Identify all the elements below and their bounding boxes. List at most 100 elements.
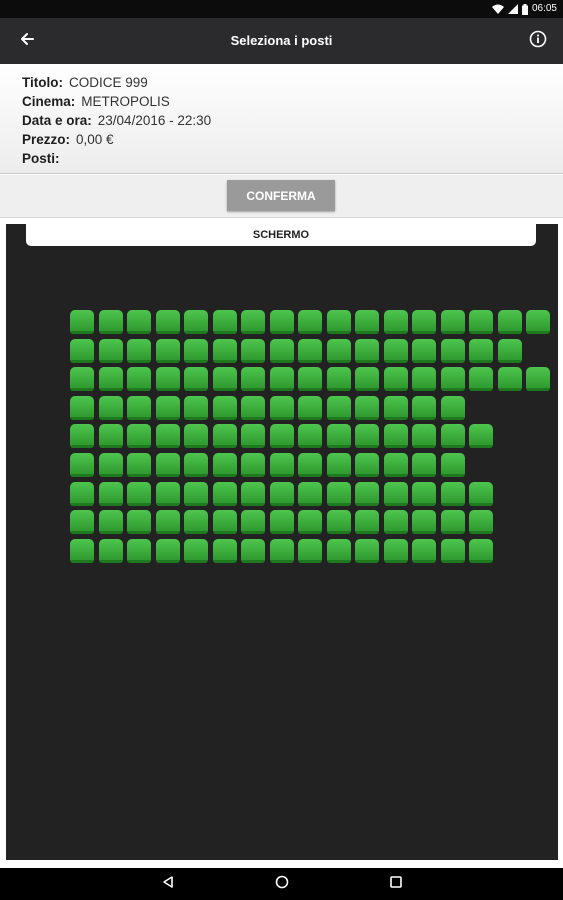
seat[interactable] xyxy=(355,538,379,563)
seat[interactable] xyxy=(298,338,322,363)
seat[interactable] xyxy=(212,510,237,535)
seat[interactable] xyxy=(70,453,94,477)
seat[interactable] xyxy=(326,395,351,420)
seat[interactable] xyxy=(155,367,180,392)
seat[interactable] xyxy=(241,338,265,363)
seat[interactable] xyxy=(98,310,123,334)
seat[interactable] xyxy=(440,481,465,506)
seat[interactable] xyxy=(526,310,550,334)
seat[interactable] xyxy=(298,310,322,334)
seat[interactable] xyxy=(383,367,408,392)
seat[interactable] xyxy=(70,481,94,506)
seat[interactable] xyxy=(469,481,493,506)
seat[interactable] xyxy=(241,367,265,392)
seat[interactable] xyxy=(383,538,408,563)
seat[interactable] xyxy=(412,338,436,363)
seat[interactable] xyxy=(355,453,379,477)
seat[interactable] xyxy=(440,424,465,449)
seat[interactable] xyxy=(412,538,436,563)
seat[interactable] xyxy=(184,310,208,334)
seat[interactable] xyxy=(469,338,493,363)
seat[interactable] xyxy=(497,310,522,334)
seat[interactable] xyxy=(440,453,465,477)
seat[interactable] xyxy=(70,538,94,563)
seat[interactable] xyxy=(98,367,123,392)
seat[interactable] xyxy=(98,453,123,477)
seat[interactable] xyxy=(212,538,237,563)
seat[interactable] xyxy=(241,538,265,563)
seat[interactable] xyxy=(184,538,208,563)
seat[interactable] xyxy=(269,395,294,420)
seat[interactable] xyxy=(469,424,493,449)
nav-home-button[interactable] xyxy=(272,874,292,894)
seat[interactable] xyxy=(383,310,408,334)
seat[interactable] xyxy=(155,510,180,535)
seat[interactable] xyxy=(269,338,294,363)
seat[interactable] xyxy=(383,481,408,506)
seat[interactable] xyxy=(241,510,265,535)
seat[interactable] xyxy=(412,367,436,392)
seat[interactable] xyxy=(184,395,208,420)
seat[interactable] xyxy=(326,338,351,363)
seat[interactable] xyxy=(269,510,294,535)
seat[interactable] xyxy=(440,538,465,563)
seat[interactable] xyxy=(241,395,265,420)
seat[interactable] xyxy=(412,395,436,420)
seat[interactable] xyxy=(70,310,94,334)
seat[interactable] xyxy=(98,424,123,449)
seat[interactable] xyxy=(241,481,265,506)
seat[interactable] xyxy=(412,310,436,334)
seat[interactable] xyxy=(298,538,322,563)
seat[interactable] xyxy=(98,338,123,363)
seat[interactable] xyxy=(355,424,379,449)
seat[interactable] xyxy=(469,310,493,334)
seat[interactable] xyxy=(70,367,94,392)
seat[interactable] xyxy=(184,367,208,392)
seat[interactable] xyxy=(155,395,180,420)
seat[interactable] xyxy=(127,538,151,563)
seat[interactable] xyxy=(355,338,379,363)
seat[interactable] xyxy=(127,395,151,420)
seat[interactable] xyxy=(184,424,208,449)
seat[interactable] xyxy=(326,367,351,392)
seat[interactable] xyxy=(70,510,94,535)
seat[interactable] xyxy=(212,453,237,477)
seat[interactable] xyxy=(326,453,351,477)
seat[interactable] xyxy=(355,510,379,535)
seat[interactable] xyxy=(412,453,436,477)
seat[interactable] xyxy=(440,338,465,363)
seat[interactable] xyxy=(155,424,180,449)
seat[interactable] xyxy=(212,395,237,420)
info-button[interactable] xyxy=(525,28,551,54)
seat[interactable] xyxy=(70,395,94,420)
seat[interactable] xyxy=(355,395,379,420)
seat[interactable] xyxy=(155,338,180,363)
seat[interactable] xyxy=(440,510,465,535)
seat[interactable] xyxy=(127,338,151,363)
seat[interactable] xyxy=(155,538,180,563)
seat[interactable] xyxy=(127,481,151,506)
seat[interactable] xyxy=(326,538,351,563)
seat[interactable] xyxy=(469,538,493,563)
seat[interactable] xyxy=(127,310,151,334)
seat[interactable] xyxy=(383,338,408,363)
seat[interactable] xyxy=(155,481,180,506)
confirm-button[interactable]: CONFERMA xyxy=(227,180,335,211)
seat[interactable] xyxy=(383,510,408,535)
nav-back-button[interactable] xyxy=(158,874,178,894)
seat[interactable] xyxy=(298,481,322,506)
seat[interactable] xyxy=(298,424,322,449)
seat[interactable] xyxy=(298,367,322,392)
seat[interactable] xyxy=(98,510,123,535)
seat[interactable] xyxy=(326,310,351,334)
seat[interactable] xyxy=(269,367,294,392)
seat[interactable] xyxy=(355,310,379,334)
seat[interactable] xyxy=(298,395,322,420)
seat[interactable] xyxy=(440,367,465,392)
seat[interactable] xyxy=(440,395,465,420)
seat[interactable] xyxy=(127,510,151,535)
seat[interactable] xyxy=(184,453,208,477)
seat[interactable] xyxy=(412,510,436,535)
seat[interactable] xyxy=(269,424,294,449)
seat[interactable] xyxy=(212,310,237,334)
